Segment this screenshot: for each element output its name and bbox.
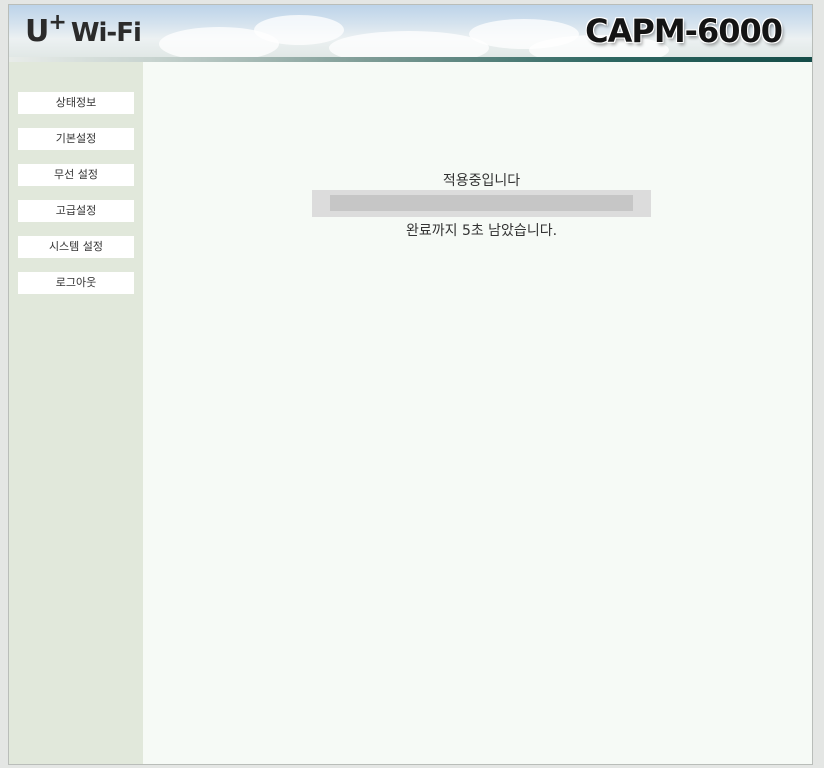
applying-status-text: 적용중입니다 [442,173,521,189]
logo-plus: + [48,10,67,35]
sidebar-item-system-settings[interactable]: 시스템 설정 [18,236,134,258]
header-banner: U+ Wi-Fi CAPM-6000 [9,5,812,57]
sidebar-item-logout[interactable]: 로그아웃 [18,272,134,294]
cloud-decoration [329,31,489,57]
sidebar-item-wireless-settings[interactable]: 무선 설정 [18,164,134,186]
logo-u: U [25,14,49,49]
page-frame: U+ Wi-Fi CAPM-6000 상태정보 기본설정 무선 설정 고급설정 시… [8,4,813,765]
sidebar-item-advanced-settings[interactable]: 고급설정 [18,200,134,222]
progress-bar-track [330,195,633,211]
model-name: CAPM-6000 [585,12,783,50]
progress-bar [312,190,651,217]
main-content: 적용중입니다 완료까지 5초 남았습니다. [143,62,812,764]
uplus-wifi-logo: U+ Wi-Fi [25,10,142,49]
sidebar: 상태정보 기본설정 무선 설정 고급설정 시스템 설정 로그아웃 [9,62,143,764]
countdown-text: 완료까지 5초 남았습니다. [405,223,558,239]
cloud-decoration [254,15,344,45]
sidebar-item-basic-settings[interactable]: 기본설정 [18,128,134,150]
sidebar-item-status[interactable]: 상태정보 [18,92,134,114]
logo-wifi: Wi-Fi [70,18,142,48]
